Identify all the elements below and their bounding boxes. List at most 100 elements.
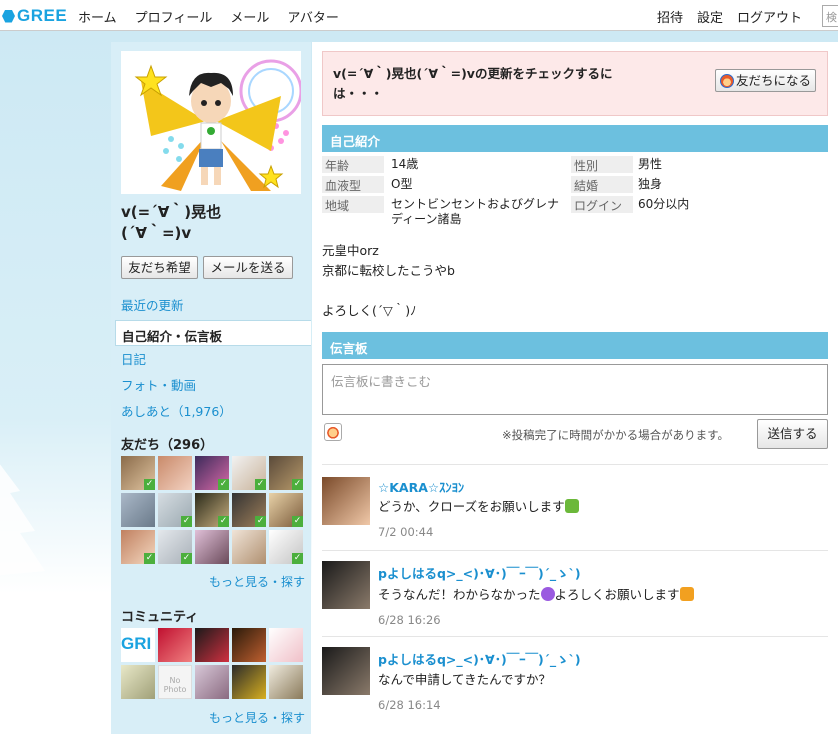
field-value: セントビンセントおよびグレナディーン諸島 (391, 197, 560, 226)
friend-thumb[interactable] (121, 493, 155, 527)
emoji-icon (679, 587, 694, 601)
emoji-picker-icon[interactable] (324, 423, 342, 441)
message-author[interactable]: ☆KARA☆ｽﾝﾖﾝ (378, 477, 464, 496)
community-thumb[interactable] (121, 665, 155, 699)
community-title: コミュニティ (121, 610, 199, 625)
community-more-link[interactable]: もっと見る・探す (209, 709, 305, 726)
nav-profile[interactable]: プロフィール (135, 7, 213, 26)
field-label: 年齢 (322, 156, 384, 173)
field-label: ログイン (571, 196, 633, 213)
check-icon: ✓ (292, 479, 303, 490)
nav-logout[interactable]: ログアウト (737, 7, 802, 26)
community-thumb[interactable] (269, 665, 303, 699)
friends-grid: ✓ ✓ ✓ ✓ ✓ ✓ ✓ ✓ ✓ ✓ ✓ (121, 456, 303, 564)
community-thumb[interactable]: No Photo (158, 665, 192, 699)
nav-left: ホーム プロフィール メール アバター (78, 7, 339, 26)
nav-mail[interactable]: メール (230, 7, 269, 26)
send-button[interactable]: 送信する (757, 419, 828, 449)
friend-thumb[interactable] (195, 530, 229, 564)
field-value: 14歳 (391, 157, 419, 171)
nav-avatar[interactable]: アバター (287, 7, 338, 26)
community-thumb[interactable] (158, 628, 192, 662)
message-text: そうなんだ！わからなかった よろしくお願いします (378, 584, 694, 603)
message-time: 6/28 16:14 (378, 698, 441, 712)
intro-header: 自己紹介 (322, 125, 828, 152)
community-thumb[interactable] (269, 628, 303, 662)
field-value: 独身 (638, 177, 663, 191)
field-value: 男性 (638, 157, 663, 171)
message-time: 7/2 00:44 (378, 525, 434, 539)
logo-icon (2, 9, 15, 23)
friend-thumb[interactable]: ✓ (158, 530, 192, 564)
message-text: なんで申請してきたんですか？ (378, 672, 552, 687)
check-icon: ✓ (292, 553, 303, 564)
friend-thumb[interactable]: ✓ (195, 493, 229, 527)
nav-invite[interactable]: 招待 (657, 7, 683, 26)
check-icon: ✓ (181, 516, 192, 527)
friend-thumb[interactable]: ✓ (232, 493, 266, 527)
community-thumb[interactable]: GRI (121, 628, 155, 662)
message-text: どうか、クローズをお願いします (378, 496, 579, 515)
check-icon: ✓ (218, 479, 229, 490)
avatar[interactable] (322, 561, 370, 609)
friend-thumb[interactable]: ✓ (269, 493, 303, 527)
field-label: 性別 (571, 156, 633, 173)
check-icon: ✓ (144, 479, 155, 490)
sidebar-item-intro[interactable]: 自己紹介・伝言板 (115, 320, 311, 346)
board-textarea[interactable]: 伝言板に書きこむ (322, 364, 828, 415)
friend-thumb[interactable]: ✓ (158, 493, 192, 527)
nav-right: 招待 設定 ログアウト (657, 7, 802, 26)
community-grid: GRI No Photo (121, 628, 303, 699)
sidebar-item-recent[interactable]: 最近の更新 (121, 295, 184, 314)
avatar[interactable] (322, 477, 370, 525)
check-icon: ✓ (218, 516, 229, 527)
sidebar-item-photo[interactable]: フォト・動画 (121, 375, 196, 394)
friend-thumb[interactable] (232, 530, 266, 564)
board-message: pよしはるq>_<)･∀･)￣ｰ￣)´_ゝ`) そうなんだ！わからなかった よろし… (322, 550, 828, 638)
community-thumb[interactable] (195, 665, 229, 699)
friend-thumb[interactable]: ✓ (195, 456, 229, 490)
avatar[interactable] (322, 647, 370, 695)
become-friend-button[interactable]: 友だちになる (715, 69, 816, 92)
add-friend-notice: v(=´∀｀)晃也(´∀｀=)vの更新をチェックするには・・・ 友だちになる (322, 51, 828, 116)
nav-home[interactable]: ホーム (78, 7, 117, 26)
notice-text: v(=´∀｀)晃也(´∀｀=)vの更新をチェックするには・・・ (333, 66, 613, 101)
field-value: O型 (391, 177, 413, 191)
check-icon: ✓ (255, 479, 266, 490)
post-note: ※投稿完了に時間がかかる場合があります。 (502, 428, 729, 442)
community-thumb[interactable] (195, 628, 229, 662)
friend-thumb[interactable]: ✓ (232, 456, 266, 490)
profile-name: v(=´∀｀)晃也 (´∀｀=)v (121, 203, 222, 242)
emoji-icon (564, 499, 579, 513)
friend-request-button[interactable]: 友だち希望 (121, 256, 198, 279)
search-input[interactable]: 検 (822, 5, 838, 27)
sidebar-item-diary[interactable]: 日記 (121, 349, 146, 368)
send-mail-button[interactable]: メールを送る (203, 256, 293, 279)
friend-thumb[interactable] (158, 456, 192, 490)
community-thumb[interactable] (232, 665, 266, 699)
check-icon: ✓ (292, 516, 303, 527)
field-label: 地域 (322, 196, 384, 213)
nav-settings[interactable]: 設定 (697, 7, 723, 26)
message-author[interactable]: pよしはるq>_<)･∀･)￣ｰ￣)´_ゝ`) (378, 649, 581, 668)
field-label: 結婚 (571, 176, 633, 193)
profile-avatar[interactable] (121, 51, 301, 194)
friend-thumb[interactable]: ✓ (121, 456, 155, 490)
sidebar-item-footprints[interactable]: あしあと（1,976） (121, 401, 232, 420)
community-thumb[interactable] (232, 628, 266, 662)
friend-thumb[interactable]: ✓ (121, 530, 155, 564)
message-time: 6/28 16:26 (378, 613, 441, 627)
message-author[interactable]: pよしはるq>_<)･∀･)￣ｰ￣)´_ゝ`) (378, 563, 581, 582)
tree-decoration (0, 464, 45, 576)
field-value: 60分以内 (638, 197, 690, 211)
face-icon (719, 73, 734, 88)
check-icon: ✓ (144, 553, 155, 564)
friend-thumb[interactable]: ✓ (269, 456, 303, 490)
main-content: v(=´∀｀)晃也(´∀｀=)vの更新をチェックするには・・・ 友だちになる 自… (312, 42, 838, 734)
field-label: 血液型 (322, 176, 384, 193)
friends-more-link[interactable]: もっと見る・探す (209, 573, 305, 590)
check-icon: ✓ (255, 516, 266, 527)
friend-thumb[interactable]: ✓ (269, 530, 303, 564)
gree-logo[interactable]: GREE (2, 6, 67, 26)
emoji-icon (540, 587, 555, 601)
